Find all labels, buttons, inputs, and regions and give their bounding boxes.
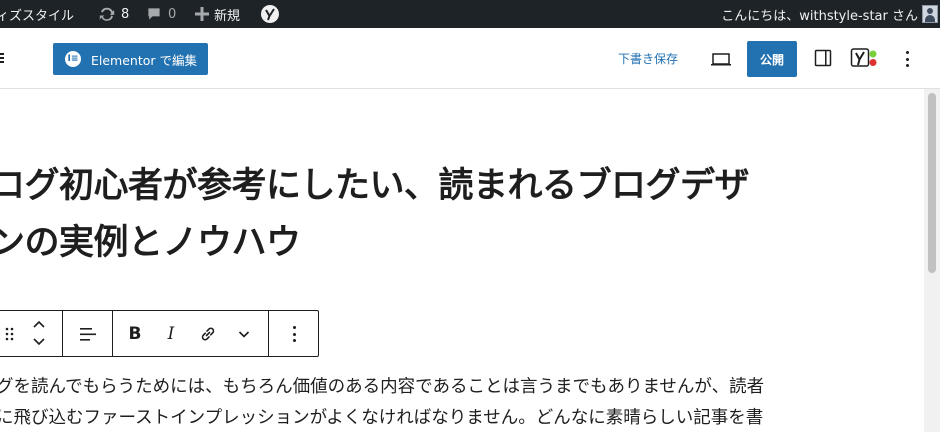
drag-handle-button[interactable] <box>0 322 21 346</box>
yoast-icon <box>850 48 877 67</box>
updates-link[interactable]: 8 <box>98 0 129 28</box>
save-draft-button[interactable]: 下書き保存 <box>618 50 678 67</box>
paragraph-line: グを読んでもらうためには、もちろん価値のある内容であることは言うまでもありません… <box>0 377 765 397</box>
editor-header: I≡ Elementor で編集 下書き保存 公開 <box>0 28 940 89</box>
paragraph-block[interactable]: グを読んでもらうためには、もちろん価値のある内容であることは言うまでもありません… <box>0 372 796 432</box>
yoast-seo-button[interactable] <box>850 47 880 69</box>
post-title[interactable]: ログ初心者が参考にしたい、読まれるブログデザ ンの実例とノウハウ <box>0 158 810 272</box>
block-mover <box>29 319 49 349</box>
comments-link[interactable]: 0 <box>146 0 176 28</box>
menu-toggle-icon[interactable] <box>0 50 10 66</box>
new-label: 新規 <box>214 8 241 24</box>
comments-count: 0 <box>168 6 177 22</box>
alignment-group <box>63 311 113 356</box>
settings-button[interactable] <box>814 49 832 67</box>
formatting-group: B I <box>113 311 269 356</box>
align-left-icon <box>80 328 96 341</box>
plus-icon <box>195 7 209 21</box>
preview-button[interactable] <box>710 50 732 68</box>
edit-with-elementor-button[interactable]: I≡ Elementor で編集 <box>53 43 208 75</box>
move-up-icon[interactable] <box>29 319 49 331</box>
title-line: ログ初心者が参考にしたい、読まれるブログデザ <box>0 166 750 206</box>
more-options-button[interactable] <box>898 49 916 69</box>
title-line: ンの実例とノウハウ <box>0 223 301 263</box>
chevron-down-icon <box>238 331 250 338</box>
scrollbar[interactable] <box>924 89 940 432</box>
sidebar-settings-icon <box>814 49 832 67</box>
sync-icon <box>99 7 115 21</box>
elementor-icon: I≡ <box>65 51 81 67</box>
site-name: ィズスタイル <box>0 8 75 24</box>
scrollbar-thumb[interactable] <box>928 93 936 273</box>
block-toolbar: B I <box>0 310 319 357</box>
site-name-link[interactable]: ィズスタイル <box>0 0 74 28</box>
admin-bar: ィズスタイル 8 0 新規 こんにちは、withstyle-star さん <box>0 0 940 28</box>
avatar[interactable] <box>922 5 938 23</box>
move-down-icon[interactable] <box>29 335 49 347</box>
bold-button[interactable]: B <box>123 322 147 346</box>
yoast-menu[interactable] <box>260 0 280 28</box>
yoast-icon <box>261 5 279 23</box>
publish-button[interactable]: 公開 <box>747 41 797 77</box>
link-icon <box>201 327 215 341</box>
more-formatting-button[interactable] <box>232 322 256 346</box>
updates-count: 8 <box>121 6 130 22</box>
greeting-text: こんにちは、withstyle-star さん <box>721 8 918 24</box>
link-button[interactable] <box>196 322 220 346</box>
desktop-preview-icon <box>711 53 731 66</box>
block-mover-group <box>0 311 63 356</box>
more-vertical-icon <box>292 326 296 342</box>
new-content-link[interactable]: 新規 <box>195 0 240 28</box>
block-options-button[interactable] <box>282 322 306 346</box>
align-button[interactable] <box>76 322 100 346</box>
elementor-label: Elementor で編集 <box>91 52 198 68</box>
comment-icon <box>148 8 160 20</box>
more-vertical-icon <box>905 51 909 67</box>
account-menu[interactable]: こんにちは、withstyle-star さん <box>721 0 918 28</box>
italic-button[interactable]: I <box>159 322 183 346</box>
drag-handle-icon <box>5 327 14 341</box>
paragraph-line: に飛び込むファーストインプレッションがよくなければなりません。どんなに素晴らしい… <box>0 408 764 428</box>
